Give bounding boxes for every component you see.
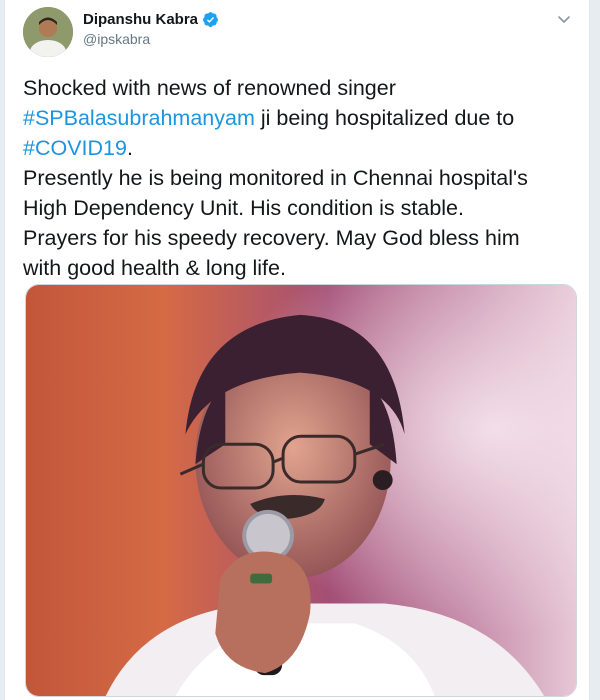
- hashtag-link[interactable]: #COVID19: [23, 136, 127, 160]
- avatar[interactable]: [23, 7, 73, 57]
- chevron-down-icon[interactable]: [555, 10, 573, 28]
- tweet-text: Shocked with news of renowned singer #SPB…: [23, 73, 575, 283]
- hashtag-link[interactable]: #SPBalasubrahmanyam: [23, 106, 255, 130]
- tweet-line: #SPBalasubrahmanyam ji being hospitalize…: [23, 103, 575, 133]
- tweet-line: High Dependency Unit. His condition is s…: [23, 196, 464, 220]
- tweet-line: Shocked with news of renowned singer: [23, 76, 396, 100]
- verified-badge-icon: [202, 11, 219, 28]
- tweet-text-fragment: ji being hospitalized due to: [254, 106, 515, 130]
- tweet-photo[interactable]: [25, 284, 577, 697]
- tweet-line: with good health & long life.: [23, 256, 286, 280]
- tweet-line: #COVID19.: [23, 133, 575, 163]
- author-handle[interactable]: @ipskabra: [83, 31, 150, 47]
- tweet-card: Dipanshu Kabra @ipskabra Shocked with ne…: [4, 0, 590, 700]
- tweet-line: Prayers for his speedy recovery. May God…: [23, 226, 520, 250]
- tweet-line: Presently he is being monitored in Chenn…: [23, 166, 528, 190]
- tweet-text-fragment: .: [126, 136, 133, 160]
- author-name[interactable]: Dipanshu Kabra: [83, 11, 198, 28]
